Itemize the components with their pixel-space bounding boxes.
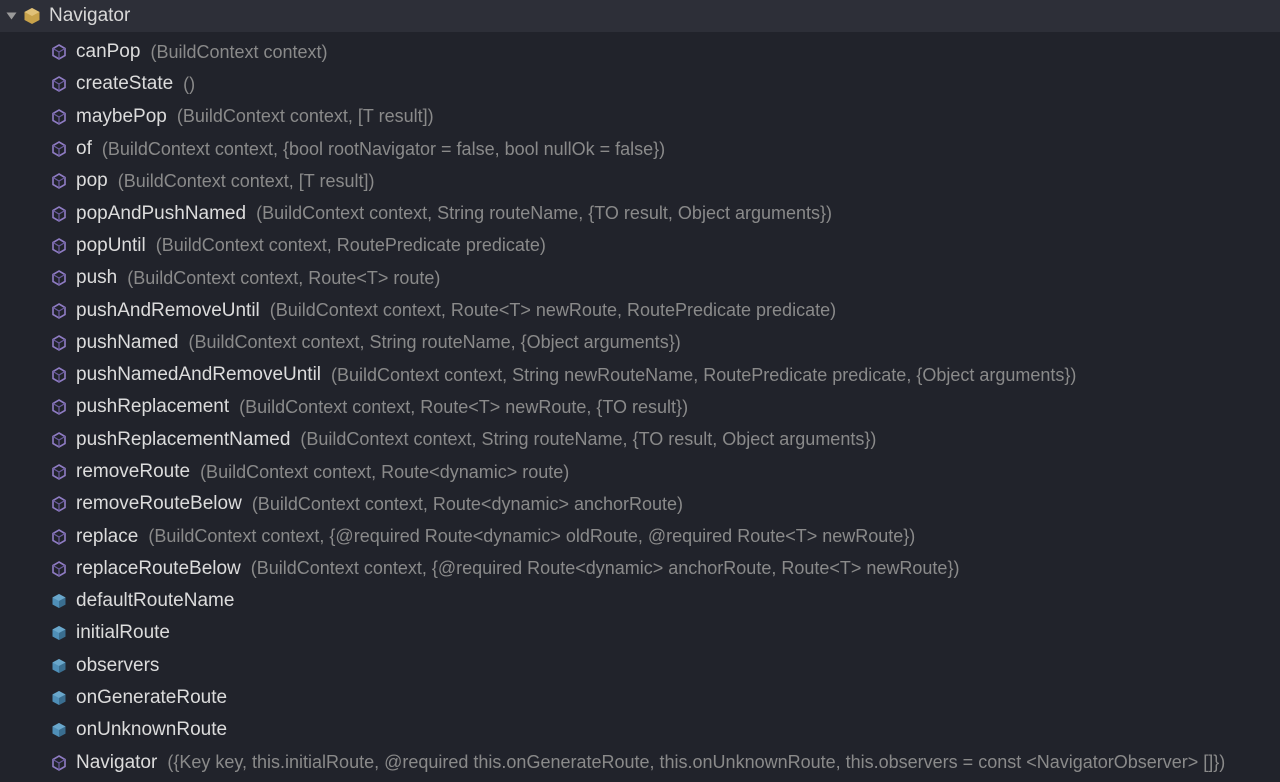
structure-header[interactable]: Navigator [0,0,1280,32]
member-row[interactable]: of (BuildContext context, {bool rootNavig… [0,133,1280,165]
member-name: pushNamed [76,332,178,354]
method-icon [50,205,68,223]
member-name: pop [76,170,108,192]
member-name: of [76,138,92,160]
member-name: onUnknownRoute [76,719,227,741]
member-name: canPop [76,41,140,63]
member-name: observers [76,655,159,677]
field-icon [50,721,68,739]
member-params: ({Key key, this.initialRoute, @required … [167,752,1225,773]
member-row[interactable]: push (BuildContext context, Route<T> rout… [0,262,1280,294]
member-row[interactable]: pushNamed (BuildContext context, String r… [0,327,1280,359]
member-row[interactable]: canPop (BuildContext context) [0,36,1280,68]
member-row[interactable]: pushReplacement (BuildContext context, Ro… [0,391,1280,423]
member-row[interactable]: onGenerateRoute [0,682,1280,714]
member-params: (BuildContext context, String routeName,… [256,203,832,224]
field-icon [50,657,68,675]
member-name: onGenerateRoute [76,687,227,709]
member-name: pushNamedAndRemoveUntil [76,364,321,386]
member-row[interactable]: replaceRouteBelow (BuildContext context, … [0,553,1280,585]
method-icon [50,237,68,255]
member-row[interactable]: popAndPushNamed (BuildContext context, St… [0,197,1280,229]
member-params: () [183,74,195,95]
method-icon [50,366,68,384]
member-row[interactable]: onUnknownRoute [0,714,1280,746]
member-row[interactable]: removeRouteBelow (BuildContext context, R… [0,488,1280,520]
member-name: replace [76,526,138,548]
method-icon [50,431,68,449]
method-icon [50,302,68,320]
member-params: (BuildContext context, String routeName,… [188,332,680,353]
member-name: popAndPushNamed [76,203,246,225]
member-row[interactable]: pushReplacementNamed (BuildContext contex… [0,424,1280,456]
member-params: (BuildContext context, Route<T> newRoute… [239,397,688,418]
member-row[interactable]: removeRoute (BuildContext context, Route<… [0,456,1280,488]
member-params: (BuildContext context, {bool rootNavigat… [102,139,665,160]
member-row[interactable]: replace (BuildContext context, {@required… [0,520,1280,552]
member-name: pushReplacementNamed [76,429,290,451]
member-row[interactable]: initialRoute [0,617,1280,649]
member-row[interactable]: defaultRouteName [0,585,1280,617]
method-icon [50,172,68,190]
method-icon [50,560,68,578]
class-icon [23,7,41,25]
method-icon [50,754,68,772]
method-icon [50,398,68,416]
method-icon [50,269,68,287]
method-icon [50,140,68,158]
member-params: (BuildContext context, Route<T> newRoute… [270,300,836,321]
member-row[interactable]: createState () [0,68,1280,100]
member-params: (BuildContext context, {@required Route<… [148,526,915,547]
member-row[interactable]: observers [0,650,1280,682]
member-params: (BuildContext context) [150,42,327,63]
field-icon [50,624,68,642]
member-params: (BuildContext context, Route<T> route) [127,268,440,289]
field-icon [50,689,68,707]
member-params: (BuildContext context, [T result]) [177,106,434,127]
method-icon [50,43,68,61]
member-params: (BuildContext context, {@required Route<… [251,558,960,579]
expand-triangle-icon[interactable] [7,13,17,20]
member-row[interactable]: pop (BuildContext context, [T result]) [0,165,1280,197]
member-row[interactable]: Navigator ({Key key, this.initialRoute, @… [0,747,1280,779]
member-params: (BuildContext context, RoutePredicate pr… [156,235,546,256]
member-name: Navigator [76,752,157,774]
member-params: (BuildContext context, [T result]) [118,171,375,192]
member-name: popUntil [76,235,146,257]
method-icon [50,75,68,93]
method-icon [50,463,68,481]
member-params: (BuildContext context, String routeName,… [300,429,876,450]
member-name: pushAndRemoveUntil [76,300,260,322]
method-icon [50,495,68,513]
member-list: canPop (BuildContext context) createState… [0,32,1280,779]
member-name: removeRouteBelow [76,493,242,515]
member-params: (BuildContext context, Route<dynamic> an… [252,494,683,515]
method-icon [50,108,68,126]
member-name: removeRoute [76,461,190,483]
member-row[interactable]: maybePop (BuildContext context, [T result… [0,101,1280,133]
member-row[interactable]: popUntil (BuildContext context, RoutePred… [0,230,1280,262]
member-name: defaultRouteName [76,590,234,612]
member-name: initialRoute [76,622,170,644]
member-name: push [76,267,117,289]
member-params: (BuildContext context, Route<dynamic> ro… [200,462,569,483]
member-name: pushReplacement [76,396,229,418]
member-row[interactable]: pushAndRemoveUntil (BuildContext context,… [0,294,1280,326]
field-icon [50,592,68,610]
member-params: (BuildContext context, String newRouteNa… [331,365,1076,386]
member-name: createState [76,73,173,95]
member-row[interactable]: pushNamedAndRemoveUntil (BuildContext con… [0,359,1280,391]
class-title: Navigator [49,5,130,27]
member-name: replaceRouteBelow [76,558,241,580]
method-icon [50,334,68,352]
member-name: maybePop [76,106,167,128]
method-icon [50,528,68,546]
